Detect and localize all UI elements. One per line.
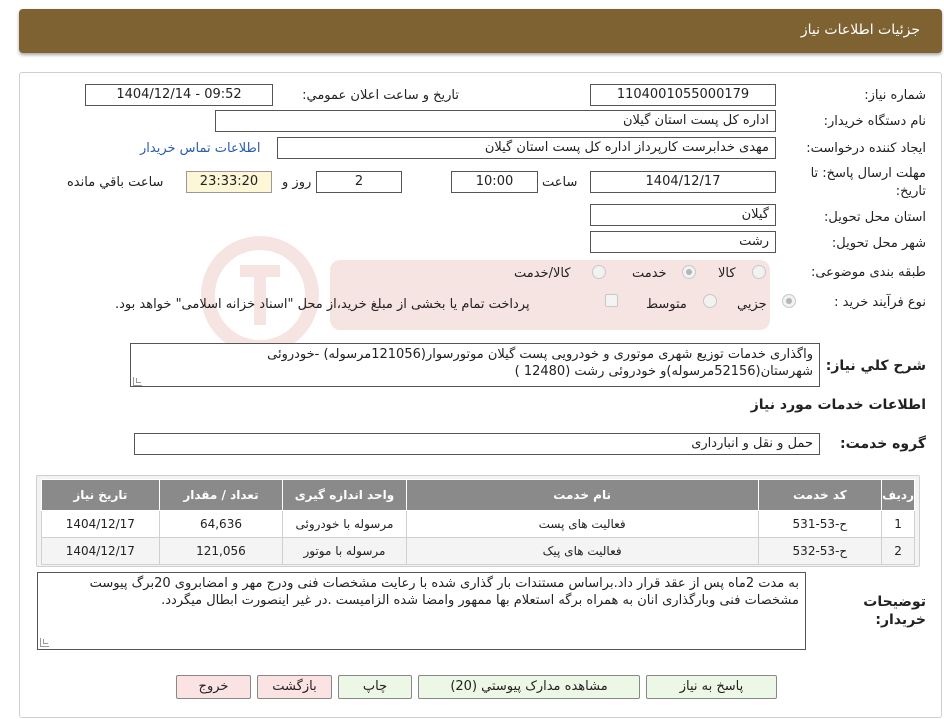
treasury-payment-note: پرداخت تمام یا بخشی از مبلغ خرید،از محل … xyxy=(115,297,530,312)
cell-row-number: 2 xyxy=(881,537,915,565)
description-label: شرح کلي نیاز: xyxy=(825,358,926,374)
province-label: استان محل تحویل: xyxy=(824,210,926,225)
cell-row-number: 1 xyxy=(881,510,915,538)
cell-unit: مرسوله با موتور xyxy=(282,537,407,565)
deadline-time-label: ساعت xyxy=(542,175,578,190)
cell-unit: مرسوله با خودروئی xyxy=(282,510,407,538)
remaining-time-field: 23:33:20 xyxy=(186,171,272,193)
buyer-notes-textarea[interactable]: به مدت 2ماه پس از عقد قرار داد.براساس مس… xyxy=(37,572,806,650)
buyer-org-label: نام دستگاه خریدار: xyxy=(823,114,926,129)
city-label: شهر محل تحویل: xyxy=(831,236,926,251)
cell-service-name: فعالیت های پست xyxy=(405,510,759,538)
process-radio-minor[interactable] xyxy=(782,294,796,308)
resize-grip-icon[interactable] xyxy=(133,377,142,386)
col-header-row-number: ردیف xyxy=(881,479,915,511)
buyer-notes-text: به مدت 2ماه پس از عقد قرار داد.براساس مس… xyxy=(89,576,799,608)
cell-need-date: 1404/12/17 xyxy=(41,510,160,538)
exit-button[interactable]: خروج xyxy=(176,675,251,699)
cell-need-date: 1404/12/17 xyxy=(41,537,160,565)
process-option-minor: جزيي xyxy=(737,297,767,312)
buyer-contact-link[interactable]: اطلاعات تماس خریدار xyxy=(140,141,260,156)
process-option-medium: متوسط xyxy=(646,297,687,312)
table-row[interactable]: 1 ح-53-531 فعالیت های پست مرسوله با خودر… xyxy=(41,510,915,538)
services-table-container: ردیف کد خدمت نام خدمت واحد اندازه گیری ت… xyxy=(36,475,920,567)
cell-quantity: 121,056 xyxy=(158,537,284,565)
description-text: واگذاری خدمات توزیع شهری موتوری و خودروی… xyxy=(267,347,813,379)
province-field[interactable]: گیلان xyxy=(590,204,776,226)
reply-button[interactable]: پاسخ به نیاز xyxy=(646,675,777,699)
days-field[interactable]: 2 xyxy=(316,171,402,193)
description-textarea[interactable]: واگذاری خدمات توزیع شهری موتوری و خودروی… xyxy=(130,343,820,387)
services-section-title: اطلاعات خدمات مورد نیاز xyxy=(750,397,926,413)
page-title: جزئیات اطلاعات نیاز xyxy=(800,22,920,38)
category-label: طبقه بندی موضوعی: xyxy=(810,265,926,280)
services-table: ردیف کد خدمت نام خدمت واحد اندازه گیری ت… xyxy=(41,479,915,565)
category-radio-service[interactable] xyxy=(682,265,696,279)
deadline-label: مهلت ارسال پاسخ: تا تاریخ: xyxy=(810,166,926,199)
cell-service-name: فعالیت های پیک xyxy=(405,537,759,565)
category-radio-goods[interactable] xyxy=(752,265,766,279)
buyer-notes-label: توضیحات خریدار: xyxy=(863,594,926,628)
table-header-row: ردیف کد خدمت نام خدمت واحد اندازه گیری ت… xyxy=(41,479,915,511)
category-option-goods-service: کالا/خدمت xyxy=(514,266,571,281)
back-button[interactable]: بازگشت xyxy=(257,675,332,699)
announce-datetime-label: تاریخ و ساعت اعلان عمومي: xyxy=(302,88,459,103)
requester-label: ایجاد کننده درخواست: xyxy=(806,141,926,156)
view-documents-button[interactable]: مشاهده مدارک پیوستي (20) xyxy=(418,675,640,699)
cell-quantity: 64,636 xyxy=(158,510,284,538)
cell-service-code: ح-53-532 xyxy=(757,537,883,565)
col-header-service-name: نام خدمت xyxy=(405,479,759,511)
remaining-time-label: ساعت باقي مانده xyxy=(67,175,164,190)
need-number-field[interactable]: 1104001055000179 xyxy=(590,84,776,106)
announce-datetime-field[interactable]: 1404/12/14 - 09:52 xyxy=(85,84,273,106)
city-field[interactable]: رشت xyxy=(590,231,776,253)
col-header-need-date: تاریخ نیاز xyxy=(41,479,160,511)
category-radio-goods-service[interactable] xyxy=(592,265,606,279)
requester-field[interactable]: مهدی خدابرست کارپرداز اداره کل پست استان… xyxy=(277,137,776,159)
need-number-label: شماره نیاز: xyxy=(864,88,926,103)
days-label: روز و xyxy=(282,175,312,190)
deadline-time-field[interactable]: 10:00 xyxy=(451,171,538,193)
deadline-date-field[interactable]: 1404/12/17 xyxy=(590,171,776,193)
buyer-org-field[interactable]: اداره کل پست استان گیلان xyxy=(215,110,776,132)
table-row[interactable]: 2 ح-53-532 فعالیت های پیک مرسوله با موتو… xyxy=(41,537,915,565)
process-radio-medium[interactable] xyxy=(703,294,717,308)
resize-grip-icon[interactable] xyxy=(40,638,49,647)
col-header-quantity: تعداد / مقدار xyxy=(158,479,284,511)
cell-service-code: ح-53-531 xyxy=(757,510,883,538)
treasury-payment-checkbox[interactable] xyxy=(605,294,618,307)
category-option-goods: کالا xyxy=(718,266,736,281)
process-label: نوع فرآیند خرید : xyxy=(834,295,926,310)
page-header: جزئیات اطلاعات نیاز xyxy=(19,9,942,53)
col-header-unit: واحد اندازه گیری xyxy=(282,479,407,511)
col-header-service-code: کد خدمت xyxy=(757,479,883,511)
service-group-field[interactable]: حمل و نقل و انبارداری xyxy=(134,433,820,455)
print-button[interactable]: چاپ xyxy=(338,675,412,699)
service-group-label: گروه خدمت: xyxy=(840,436,926,452)
category-option-service: خدمت xyxy=(632,266,667,281)
